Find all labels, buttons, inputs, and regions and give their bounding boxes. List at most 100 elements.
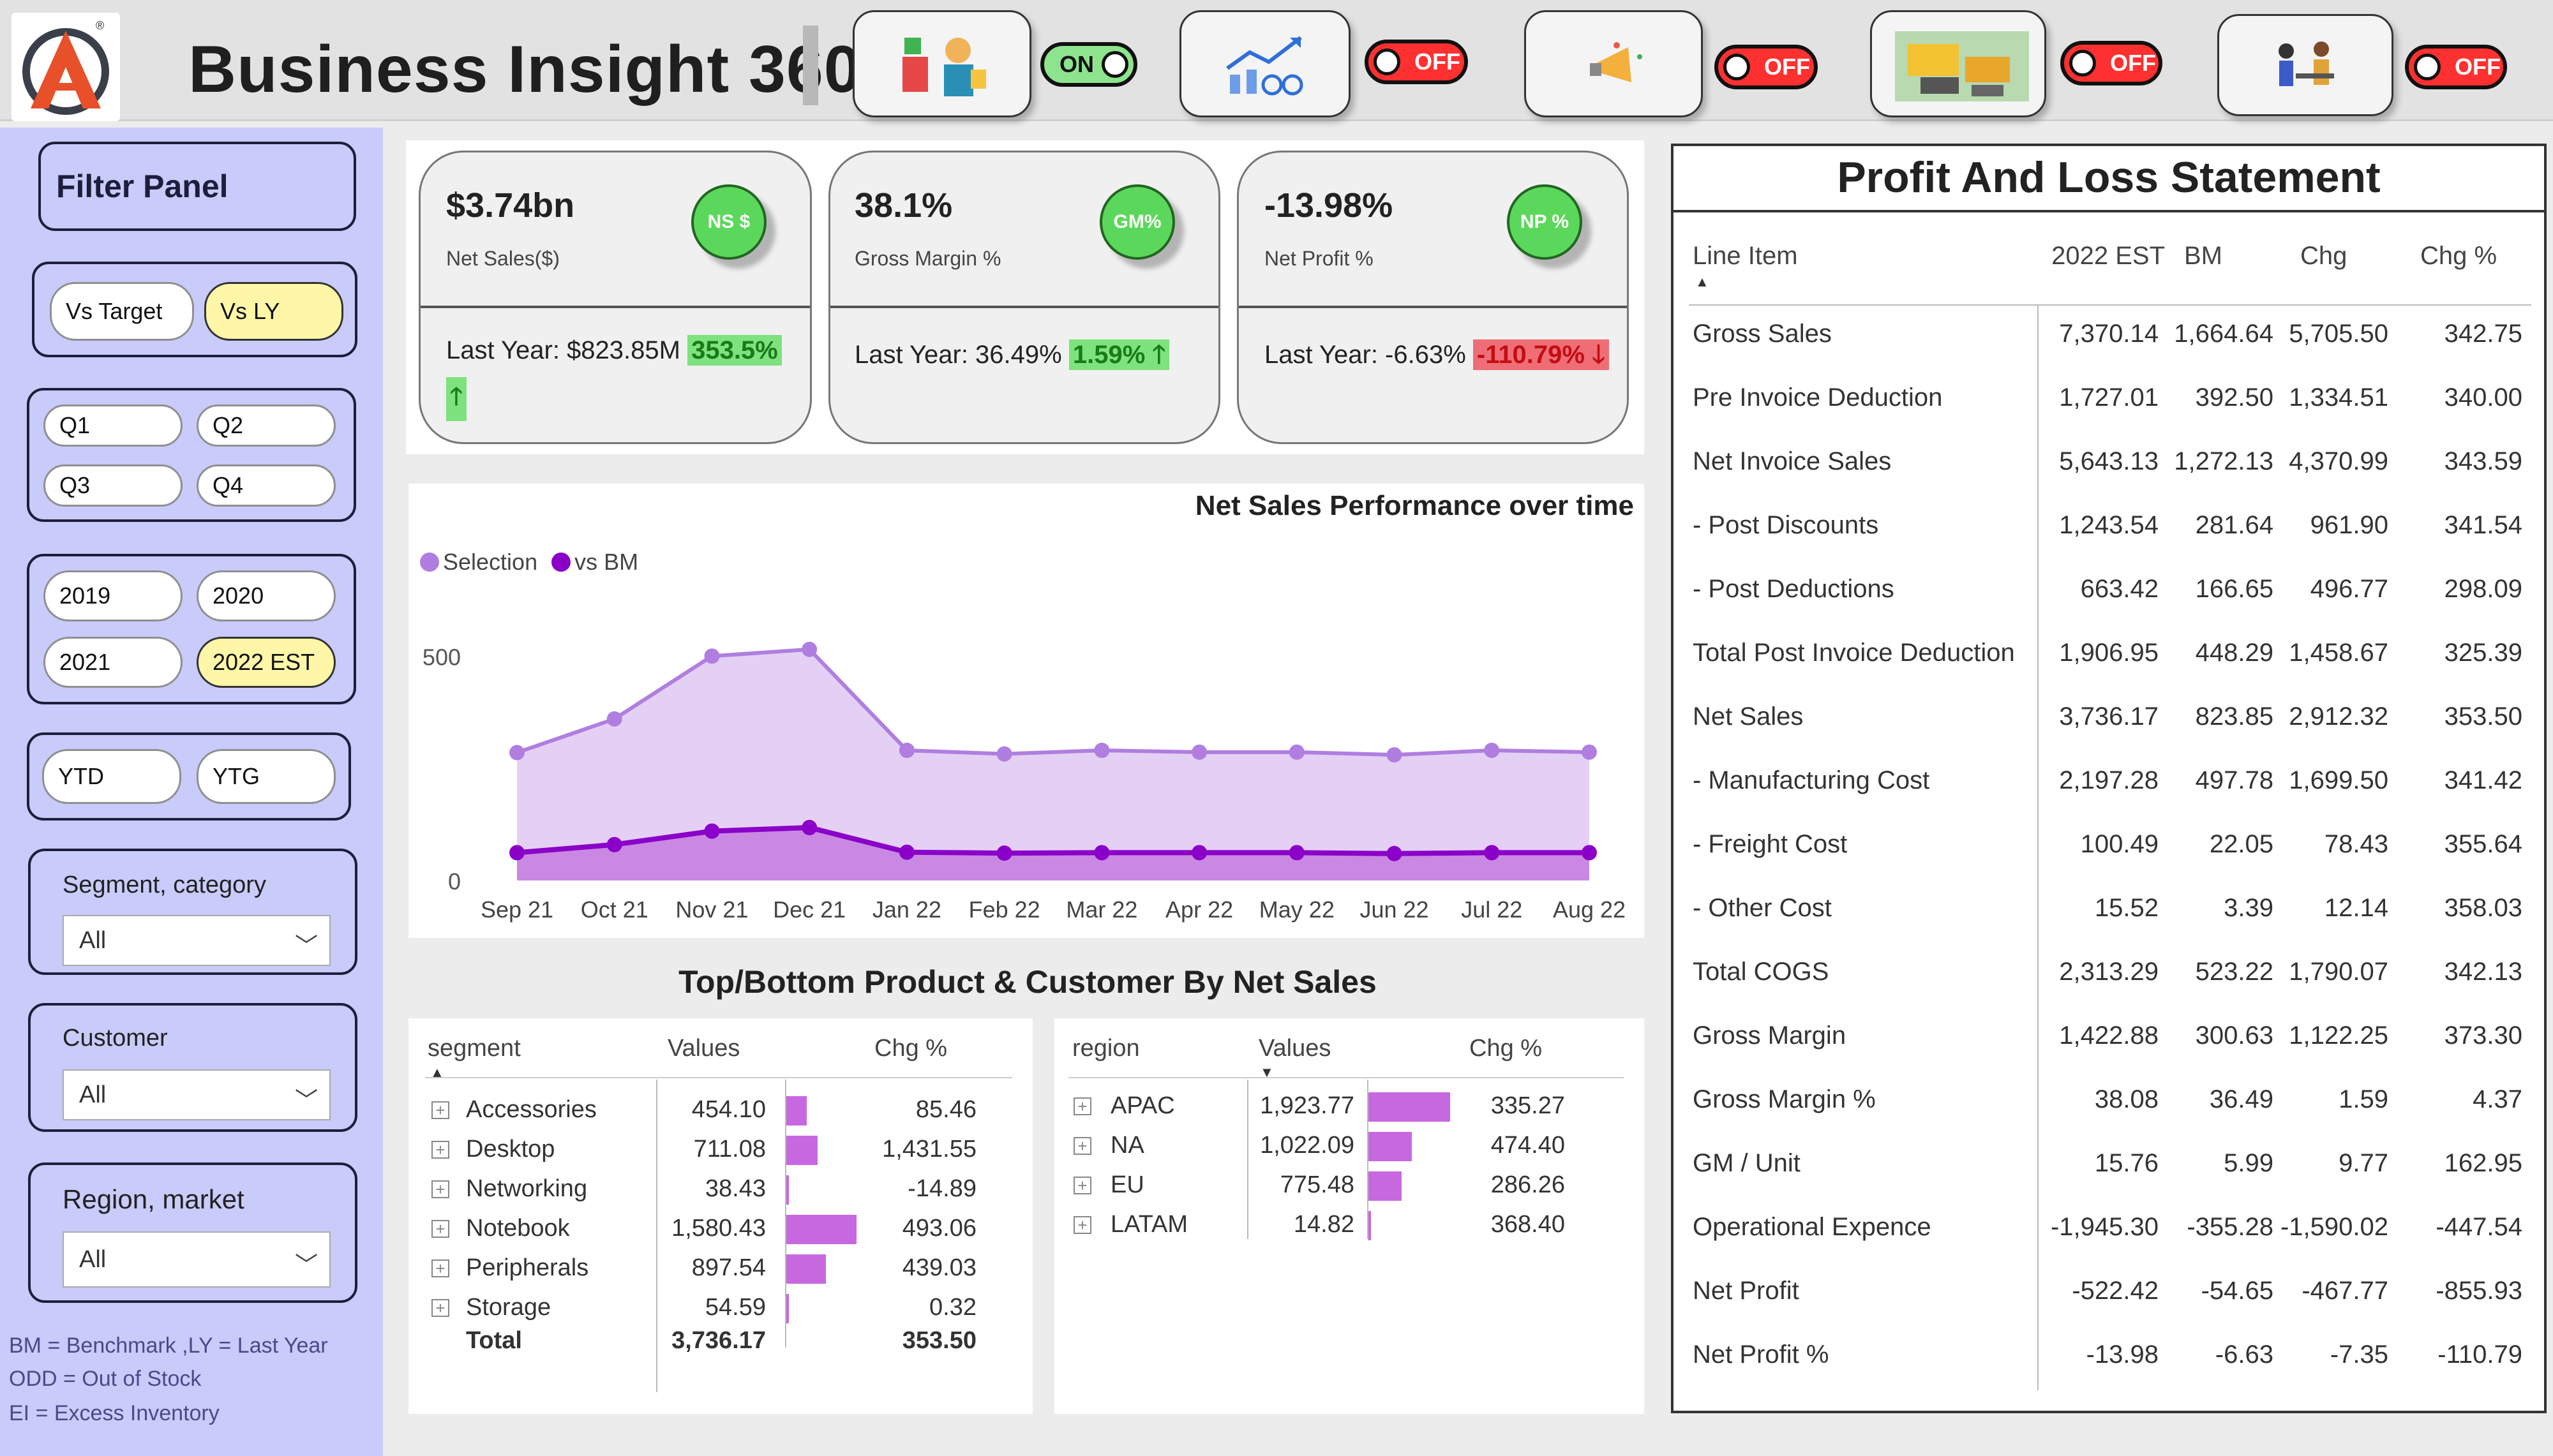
customer-filter: Customer All ﹀ <box>28 1003 357 1132</box>
segment-value: 454.10 <box>691 1096 766 1123</box>
pl-value-2022-est: 663.42 <box>2080 575 2159 603</box>
expand-plus-icon[interactable]: + <box>431 1299 449 1317</box>
period-ytg[interactable]: YTG <box>197 749 336 804</box>
region-value-bar <box>1368 1092 1450 1122</box>
column-header-segment[interactable]: segment <box>428 1035 521 1062</box>
column-header-region[interactable]: region <box>1072 1035 1140 1062</box>
gross-margin-card: 38.1% Gross Margin % GM% Last Year: 36.4… <box>828 151 1220 444</box>
period-ytd[interactable]: YTD <box>42 749 181 804</box>
kpi-change-value: -110.79% <box>1476 341 1585 369</box>
pl-value-bm: 1,272.13 <box>2174 447 2273 475</box>
quarter-q3[interactable]: Q3 <box>43 464 183 507</box>
column-header-values[interactable]: Values <box>668 1035 740 1062</box>
year-2020[interactable]: 2020 <box>197 570 336 621</box>
segment-chg: 439.03 <box>902 1254 977 1281</box>
expand-plus-icon[interactable]: + <box>431 1180 449 1198</box>
executive-toggle[interactable]: OFF <box>2405 45 2507 89</box>
sort-ascending-icon[interactable]: ▲ <box>1695 274 1709 290</box>
column-header-chg[interactable]: Chg % <box>874 1035 947 1062</box>
pl-line-item: Gross Margin <box>1693 1021 1846 1050</box>
pl-value-chg-pct: 325.39 <box>2444 639 2522 667</box>
pl-value-chg-pct: 353.50 <box>2444 702 2522 731</box>
registered-mark: ® <box>96 19 105 32</box>
sales-view-button[interactable] <box>1179 10 1351 117</box>
year-2019[interactable]: 2019 <box>43 570 183 621</box>
finance-icon <box>902 38 986 96</box>
expand-plus-icon[interactable]: + <box>1074 1097 1091 1115</box>
region-market-filter: Region, market All ﹀ <box>28 1163 357 1303</box>
pl-value-chg: 1,122.25 <box>2289 1021 2388 1050</box>
supply-chain-view-button[interactable] <box>1870 10 2046 117</box>
expand-plus-icon[interactable]: + <box>431 1101 449 1119</box>
pl-value-chg: 961.90 <box>2310 511 2388 539</box>
pl-value-chg-pct: 342.13 <box>2444 958 2522 986</box>
kpi-last-year-text: Last Year: $823.85M <box>446 336 680 364</box>
vs-target-option[interactable]: Vs Target <box>50 282 194 341</box>
supply-chain-toggle[interactable]: OFF <box>2060 41 2162 85</box>
finance-toggle[interactable]: ON <box>1040 42 1137 87</box>
finance-view-button[interactable] <box>853 10 1031 117</box>
region-name: NA <box>1111 1132 1144 1159</box>
kpi-last-year-text: Last Year: -6.63% <box>1264 341 1466 369</box>
pl-header-line-item[interactable]: Line Item <box>1693 242 1798 271</box>
warehouse-icon <box>1895 31 2029 101</box>
region-chg: 368.40 <box>1490 1211 1565 1238</box>
year-2022-est[interactable]: 2022 EST <box>197 637 336 688</box>
pl-value-2022-est: 3,736.17 <box>2059 702 2159 731</box>
segment-value-bar <box>786 1175 789 1205</box>
pl-value-2022-est: 5,643.13 <box>2059 447 2159 475</box>
kpi-label: Gross Margin % <box>855 247 1001 270</box>
toggle-knob <box>1102 51 1128 78</box>
sort-descending-icon[interactable]: ▼ <box>1260 1064 1274 1081</box>
expand-plus-icon[interactable]: + <box>1074 1177 1091 1194</box>
expand-plus-icon[interactable]: + <box>1074 1216 1091 1234</box>
chevron-down-icon: ﹀ <box>294 1087 318 1113</box>
kpi-last-year: Last Year: 36.49% 1.59% 🡑 <box>855 336 1170 380</box>
x-tick-label: Aug 22 <box>1553 896 1626 923</box>
region-market-dropdown[interactable]: All ﹀ <box>63 1231 331 1288</box>
expand-plus-icon[interactable]: + <box>431 1141 449 1159</box>
pl-line-item: Operational Expence <box>1693 1213 1931 1241</box>
data-point <box>509 845 525 861</box>
year-2021[interactable]: 2021 <box>43 637 183 688</box>
executive-view-button[interactable] <box>2217 14 2393 116</box>
column-header-values[interactable]: Values <box>1259 1035 1331 1062</box>
pl-value-chg: 1,790.07 <box>2289 958 2388 986</box>
pl-header-chg-pct[interactable]: Chg % <box>2420 242 2497 271</box>
x-tick-label: Sep 21 <box>481 896 553 923</box>
pl-header-2022-est[interactable]: 2022 EST <box>2037 242 2165 271</box>
pl-value-bm: 166.65 <box>2195 575 2273 603</box>
vs-ly-option[interactable]: Vs LY <box>204 282 343 341</box>
expand-plus-icon[interactable]: + <box>431 1220 449 1238</box>
segment-category-dropdown[interactable]: All ﹀ <box>63 915 331 966</box>
column-header-chg[interactable]: Chg % <box>1469 1035 1542 1062</box>
data-point <box>1386 747 1402 763</box>
expand-plus-icon[interactable]: + <box>1074 1137 1091 1155</box>
marketing-view-button[interactable] <box>1524 10 1703 117</box>
pl-value-bm: 392.50 <box>2195 383 2273 412</box>
pl-value-2022-est: -522.42 <box>2072 1277 2159 1305</box>
pl-value-2022-est: 1,906.95 <box>2059 639 2159 667</box>
toggle-knob <box>2414 54 2441 80</box>
sort-descending-icon[interactable]: ▲ <box>430 1064 444 1081</box>
pl-line-item: Gross Margin % <box>1693 1085 1876 1113</box>
segment-value-bar <box>786 1254 827 1284</box>
kpi-change-badge: 353.5% <box>687 335 782 366</box>
pl-header-bm[interactable]: BM <box>2184 242 2222 271</box>
region-market-value: All <box>79 1245 107 1273</box>
pl-line-item: - Post Discounts <box>1693 511 1879 539</box>
pl-value-2022-est: 1,727.01 <box>2059 383 2159 412</box>
quarter-q2[interactable]: Q2 <box>197 405 336 447</box>
quarter-q1[interactable]: Q1 <box>43 405 183 447</box>
segment-chg: 85.46 <box>915 1096 977 1123</box>
sales-toggle[interactable]: OFF <box>1365 40 1468 84</box>
expand-plus-icon[interactable]: + <box>431 1259 449 1277</box>
marketing-toggle[interactable]: OFF <box>1714 45 1818 89</box>
data-point <box>996 746 1012 762</box>
pl-value-chg: -1,590.02 <box>2280 1213 2388 1241</box>
pl-header-chg[interactable]: Chg <box>2300 242 2347 271</box>
customer-dropdown[interactable]: All ﹀ <box>63 1069 331 1120</box>
quarter-q4[interactable]: Q4 <box>197 464 336 507</box>
data-point <box>1386 845 1402 861</box>
pl-line-item: Pre Invoice Deduction <box>1693 383 1943 412</box>
